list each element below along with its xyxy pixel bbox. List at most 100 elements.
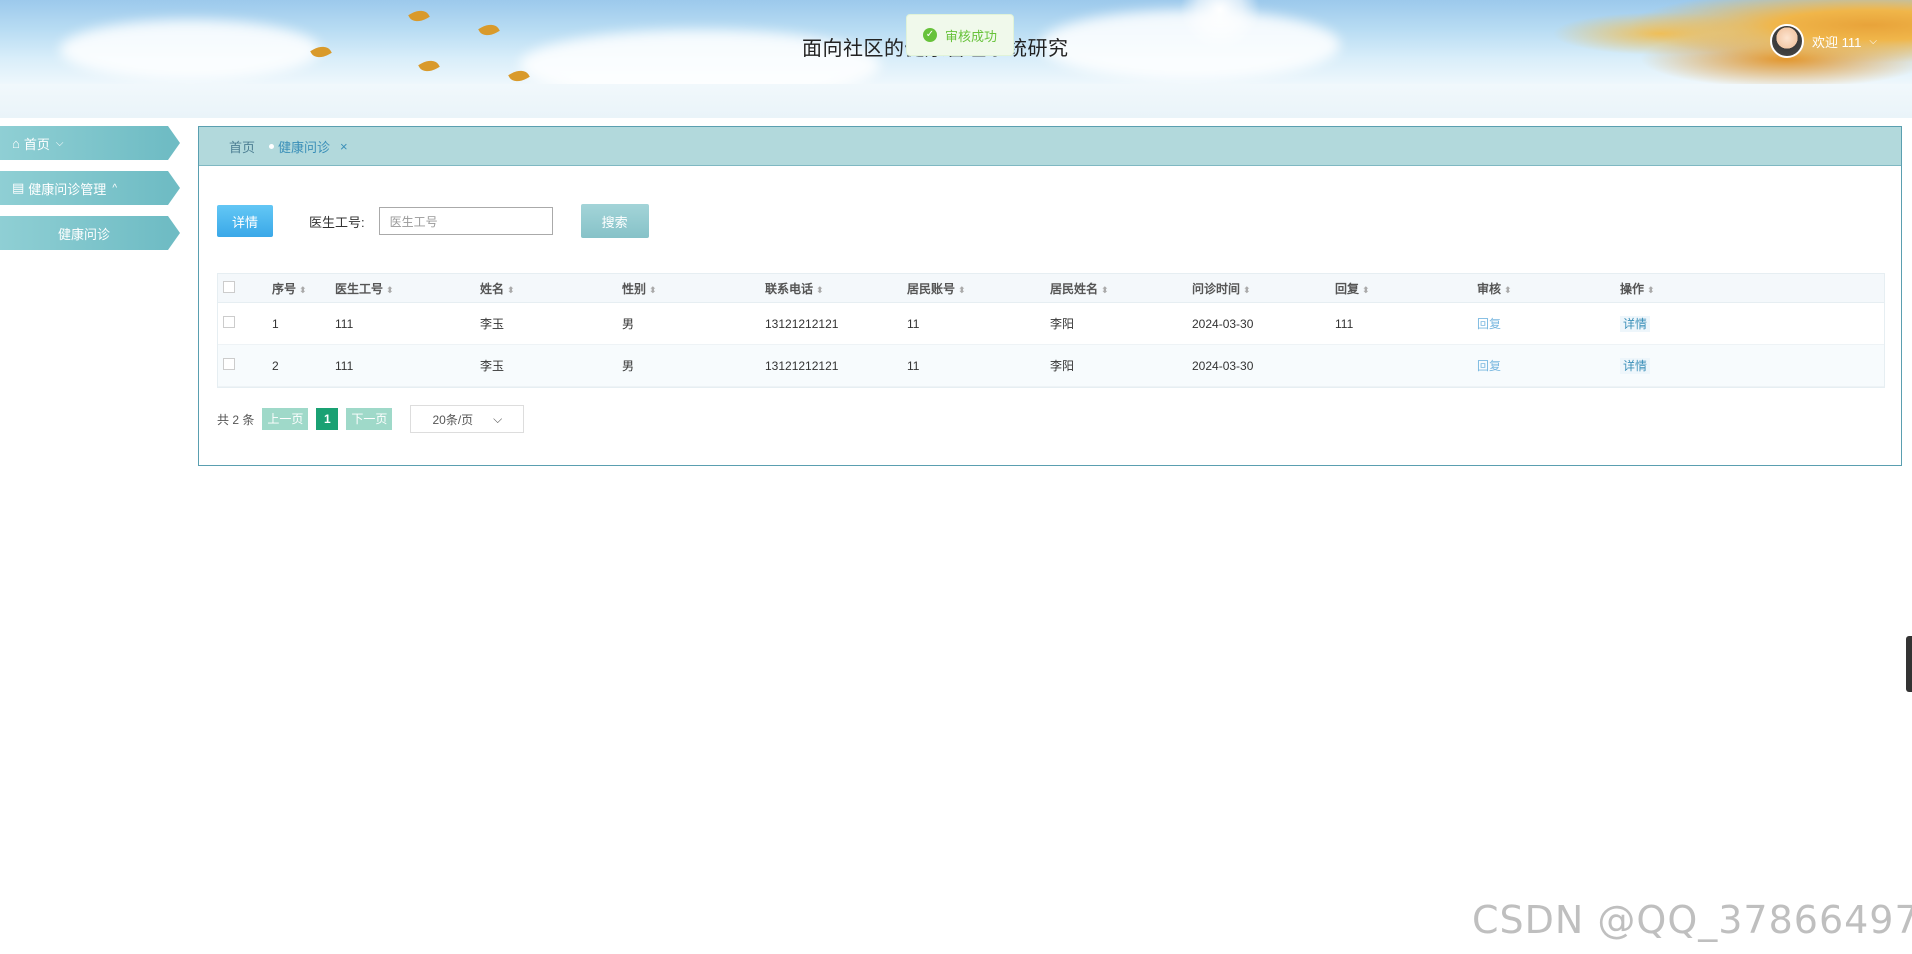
col-seq[interactable]: 序号 ⬍ <box>272 280 335 297</box>
sidebar-item-consultation-management[interactable]: ▤ 健康问诊管理 ^ <box>0 171 180 205</box>
cell-audit: 回复 <box>1477 357 1620 374</box>
col-phone[interactable]: 联系电话 ⬍ <box>765 280 907 297</box>
search-label: 医生工号: <box>309 214 365 230</box>
cell-doctor-id: 111 <box>335 316 354 331</box>
sidebar-item-label: 健康问诊管理 <box>28 181 107 197</box>
home-icon: ⌂ <box>12 135 20 151</box>
col-resident-name[interactable]: 居民姓名 ⬍ <box>1050 280 1192 297</box>
col-time[interactable]: 问诊时间 ⬍ <box>1192 280 1335 297</box>
prev-page-button[interactable]: 上一页 <box>262 408 309 430</box>
next-page-button[interactable]: 下一页 <box>346 408 393 430</box>
detail-button[interactable]: 详情 <box>217 205 273 237</box>
col-gender[interactable]: 性别 ⬍ <box>622 280 765 297</box>
search-button[interactable]: 搜索 <box>580 204 649 238</box>
cell-phone: 13121212121 <box>765 358 839 373</box>
detail-link[interactable]: 详情 <box>1620 316 1651 332</box>
tab-consultation[interactable]: 健康问诊 <box>269 137 330 156</box>
chevron-down-icon: ⌵ <box>493 411 503 426</box>
select-all-cell <box>218 280 272 296</box>
table-row: 1 111 李玉 男 13121212121 11 李阳 2024-03-30 … <box>218 303 1884 345</box>
page-size-select[interactable]: 20条/页 ⌵ <box>410 405 525 433</box>
cell-name: 李玉 <box>480 317 505 331</box>
cell-audit: 回复 <box>1477 315 1620 332</box>
tab-home[interactable]: 首页 <box>229 137 255 156</box>
cloud-decoration <box>60 20 320 80</box>
cell-gender: 男 <box>622 359 635 373</box>
cell-reply: 111 <box>1335 316 1354 331</box>
tab-label: 健康问诊 <box>278 139 331 155</box>
sidebar-item-consultation[interactable]: 健康问诊 <box>0 216 180 250</box>
col-action[interactable]: 操作 ⬍ <box>1620 280 1655 297</box>
sidebar: ⌂ 首页 ⌵ ▤ 健康问诊管理 ^ 健康问诊 <box>0 126 180 261</box>
select-all-checkbox[interactable] <box>223 280 235 293</box>
col-audit[interactable]: 审核 ⬍ <box>1477 280 1620 297</box>
sort-icon[interactable]: ⬍ <box>649 285 657 295</box>
avatar[interactable] <box>1770 24 1804 58</box>
main-panel: 首页 健康问诊 × 详情 医生工号: 医生工号 搜索 序号 ⬍ 医生工号 ⬍ 姓名 ⬍… <box>198 126 1902 466</box>
toast-message: 审核成功 <box>945 28 998 44</box>
col-reply[interactable]: 回复 ⬍ <box>1335 280 1477 297</box>
doctor-id-input[interactable]: 医生工号 <box>378 207 553 235</box>
success-toast: ✓ 审核成功 <box>906 14 1014 56</box>
chevron-up-icon: ^ <box>112 182 118 194</box>
sidebar-item-home[interactable]: ⌂ 首页 ⌵ <box>0 126 180 160</box>
cell-action: 详情 <box>1620 357 1651 374</box>
col-resident-account[interactable]: 居民账号 ⬍ <box>907 280 1050 297</box>
sort-icon[interactable]: ⬍ <box>299 285 307 295</box>
sort-icon[interactable]: ⬍ <box>386 285 394 295</box>
row-select-cell <box>218 316 272 331</box>
table-row: 2 111 李玉 男 13121212121 11 李阳 2024-03-30 … <box>218 345 1884 387</box>
watermark: CSDN @QQ_3786649731 <box>1472 898 1912 942</box>
check-circle-icon: ✓ <box>923 28 937 42</box>
col-name[interactable]: 姓名 ⬍ <box>480 280 622 297</box>
sort-icon[interactable]: ⬍ <box>1647 285 1655 295</box>
cell-action: 详情 <box>1620 315 1651 332</box>
welcome-text: 欢迎 111 <box>1812 34 1862 50</box>
sidebar-item-label: 健康问诊 <box>57 226 110 242</box>
reply-link[interactable]: 回复 <box>1477 359 1501 373</box>
leaf-decoration <box>408 6 430 26</box>
consultation-table: 序号 ⬍ 医生工号 ⬍ 姓名 ⬍ 性别 ⬍ 联系电话 ⬍ 居民账号 ⬍ 居民姓名 ⬍ 问诊时间… <box>217 273 1885 388</box>
cell-resident-account: 11 <box>907 358 920 373</box>
chevron-down-icon: ⌵ <box>55 137 64 149</box>
sort-icon[interactable]: ⬍ <box>1504 285 1512 295</box>
scrollbar-handle[interactable] <box>1906 636 1912 692</box>
table-header: 序号 ⬍ 医生工号 ⬍ 姓名 ⬍ 性别 ⬍ 联系电话 ⬍ 居民账号 ⬍ 居民姓名 ⬍ 问诊时间… <box>218 274 1884 303</box>
cell-resident-account: 11 <box>907 316 920 331</box>
close-icon[interactable]: × <box>340 139 348 154</box>
cell-name: 李玉 <box>480 359 505 373</box>
sort-icon[interactable]: ⬍ <box>507 285 515 295</box>
detail-link[interactable]: 详情 <box>1620 358 1651 374</box>
sort-icon[interactable]: ⬍ <box>1243 285 1251 295</box>
col-doctor-id[interactable]: 医生工号 ⬍ <box>335 280 480 297</box>
reply-link[interactable]: 回复 <box>1477 317 1501 331</box>
leaf-decoration <box>418 56 440 76</box>
page-size-value: 20条/页 <box>432 412 474 427</box>
user-menu[interactable]: 欢迎 111 ⌵ <box>1770 24 1877 58</box>
cell-resident-name: 李阳 <box>1050 317 1075 331</box>
sort-icon[interactable]: ⬍ <box>1101 285 1109 295</box>
tab-bar: 首页 健康问诊 × <box>199 127 1901 166</box>
total-count: 共 2 条 <box>217 412 255 427</box>
row-checkbox[interactable] <box>223 358 235 370</box>
row-select-cell <box>218 358 272 373</box>
search-bar: 详情 医生工号: 医生工号 搜索 <box>217 204 649 238</box>
leaf-decoration <box>478 20 500 40</box>
sort-icon[interactable]: ⬍ <box>958 285 966 295</box>
cell-seq: 2 <box>272 358 279 373</box>
sort-icon[interactable]: ⬍ <box>816 285 824 295</box>
sort-icon[interactable]: ⬍ <box>1362 285 1370 295</box>
sidebar-item-label: 首页 <box>23 136 50 152</box>
cell-resident-name: 李阳 <box>1050 359 1075 373</box>
cell-doctor-id: 111 <box>335 358 354 373</box>
header-subbar <box>0 84 1912 118</box>
pagination: 共 2 条 上一页 1 下一页 20条/页 ⌵ <box>217 405 525 433</box>
cell-time: 2024-03-30 <box>1192 316 1254 331</box>
cell-seq: 1 <box>272 316 279 331</box>
row-checkbox[interactable] <box>223 316 235 328</box>
cell-gender: 男 <box>622 317 635 331</box>
active-dot-icon <box>269 143 275 149</box>
chevron-down-icon[interactable]: ⌵ <box>1869 36 1877 47</box>
page-number-current[interactable]: 1 <box>316 408 339 430</box>
cell-time: 2024-03-30 <box>1192 358 1254 373</box>
